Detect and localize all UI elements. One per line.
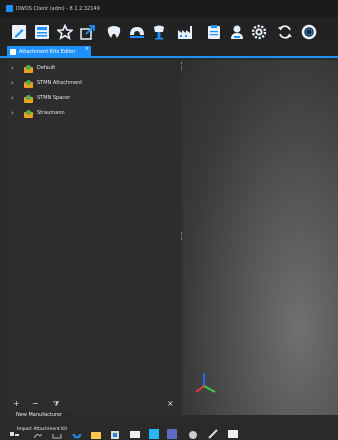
tab-attachment-kits-editor[interactable]: Attachment Kits Editor ×: [7, 46, 91, 58]
chevron-right-icon[interactable]: ›: [11, 92, 17, 105]
edit-icon[interactable]: [11, 24, 27, 40]
tab-label: Attachment Kits Editor: [19, 49, 76, 55]
title-bar: DWOS Client (adm) - 8.1.2.32149: [0, 0, 338, 18]
network-icon[interactable]: [149, 429, 159, 439]
manufacturer-icon: [24, 95, 33, 103]
manufacturer-icon: [24, 65, 33, 73]
mail-icon[interactable]: [130, 429, 140, 439]
user-icon[interactable]: [229, 24, 245, 40]
tree-item-label: Default: [37, 65, 56, 71]
tree-item-straumann[interactable]: › Straumann: [7, 107, 181, 120]
dwos-app-icon[interactable]: [167, 429, 181, 439]
chevron-right-icon[interactable]: ›: [11, 62, 17, 75]
close-panel-button[interactable]: ×: [167, 398, 174, 410]
folder-icon[interactable]: [91, 429, 101, 439]
paint-icon[interactable]: [188, 429, 198, 439]
photos-icon[interactable]: [228, 429, 238, 439]
window-title: DWOS Client (adm) - 8.1.2.32149: [16, 6, 100, 12]
list-icon[interactable]: [34, 24, 50, 40]
chevron-right-icon[interactable]: ›: [11, 77, 17, 90]
star-icon[interactable]: [57, 24, 73, 40]
main-toolbar: [0, 18, 338, 44]
new-manufacturer-menu-item[interactable]: New Manufacturer: [13, 410, 73, 421]
import-attachment-kit-menu-item[interactable]: Import Attachment Kit: [14, 426, 84, 434]
add-button[interactable]: +: [13, 398, 20, 410]
chevron-right-icon[interactable]: ›: [11, 107, 17, 120]
tree-item-label: Straumann: [37, 110, 65, 116]
export-icon[interactable]: [80, 24, 96, 40]
filter-icon[interactable]: ⧩: [53, 398, 59, 410]
manufacturer-icon: [24, 80, 33, 88]
tab-bar: Attachment Kits Editor ×: [0, 44, 338, 58]
3d-viewport[interactable]: [183, 60, 338, 415]
refresh-icon[interactable]: [277, 24, 293, 40]
tree-item-default[interactable]: › Default: [7, 62, 181, 75]
bridge-icon[interactable]: [129, 24, 145, 40]
app-logo-icon: [6, 5, 13, 12]
tooth-crown-icon[interactable]: [106, 24, 122, 40]
implant-icon[interactable]: [151, 24, 167, 40]
factory-icon[interactable]: [177, 24, 193, 40]
brush-icon[interactable]: [208, 429, 218, 439]
tree-item-label: STMN Attachment: [37, 80, 83, 86]
manufacturer-tree-panel: › Default › STMN Attachment › STMN Space…: [7, 60, 181, 415]
app-window: DWOS Client (adm) - 8.1.2.32149 Attachme…: [0, 0, 338, 440]
attachment-kit-icon: [10, 49, 16, 55]
tree-item-label: STMN Spacer: [37, 95, 71, 101]
axis-gizmo-icon: [195, 373, 216, 393]
tree-item-stmn-spacer[interactable]: › STMN Spacer: [7, 92, 181, 105]
store-icon[interactable]: [110, 429, 120, 439]
tab-close-button[interactable]: ×: [85, 46, 89, 53]
settings-icon[interactable]: [251, 24, 267, 40]
clipboard-icon[interactable]: [206, 24, 222, 40]
help-circle-icon[interactable]: [301, 24, 317, 40]
tree-item-stmn-attachment[interactable]: › STMN Attachment: [7, 77, 181, 90]
remove-button[interactable]: −: [32, 398, 39, 410]
manufacturer-icon: [24, 110, 33, 118]
